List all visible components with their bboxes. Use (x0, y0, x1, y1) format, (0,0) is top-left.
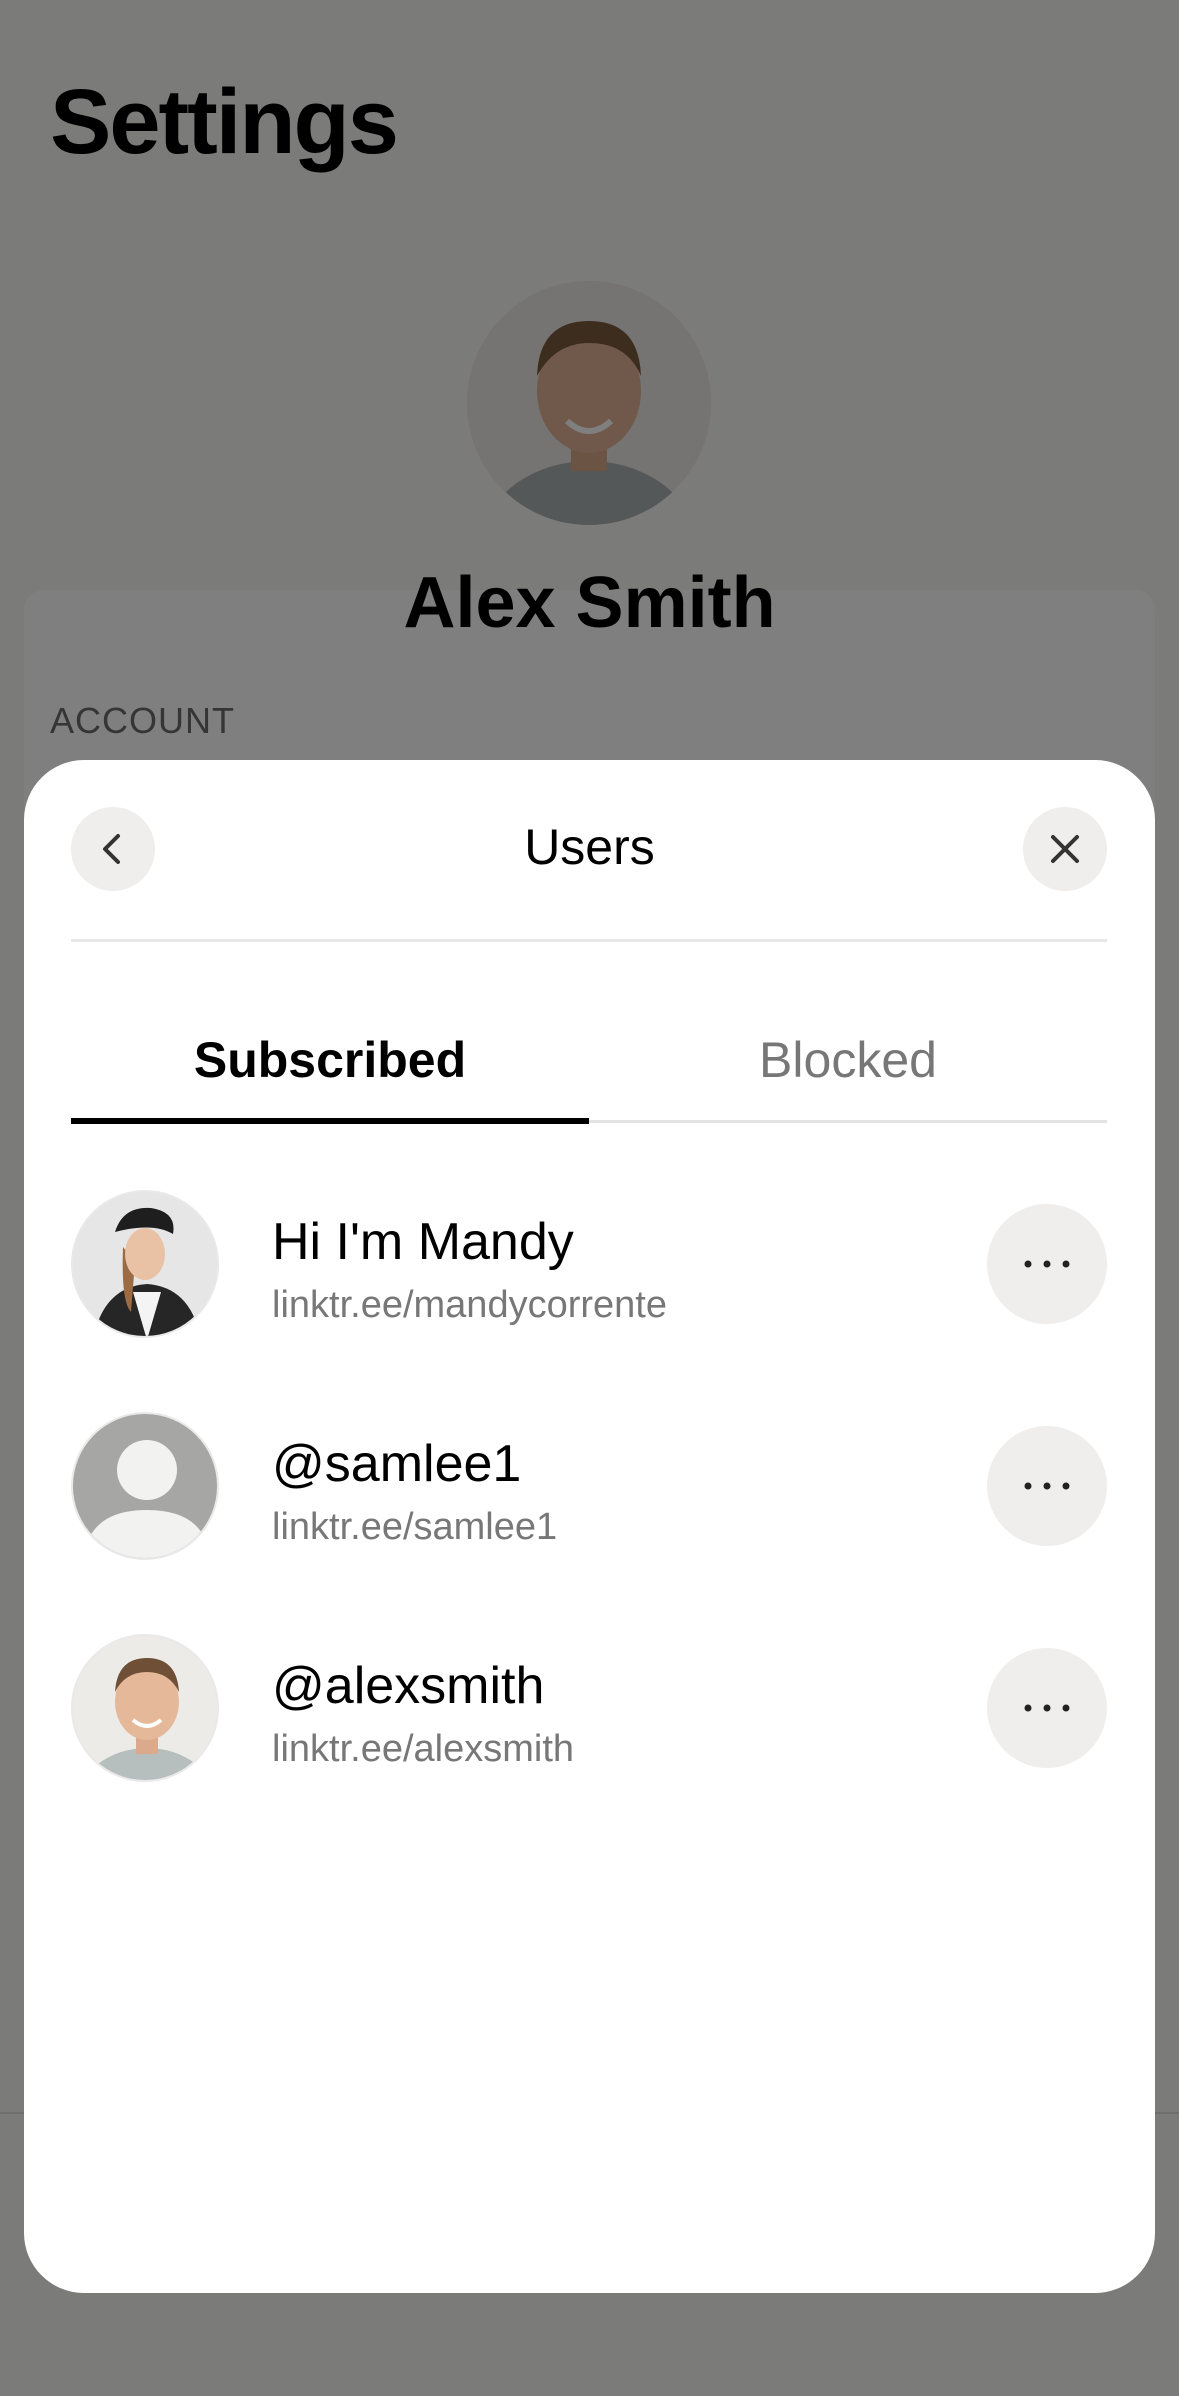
active-tab-indicator (71, 1118, 589, 1124)
user-list: Hi I'm Mandy linktr.ee/mandycorrente @sa… (71, 1190, 1107, 1856)
tab-subscribed[interactable]: Subscribed (71, 1000, 589, 1120)
more-horizontal-icon (1024, 1260, 1070, 1268)
avatar (71, 1634, 219, 1782)
avatar (71, 1190, 219, 1338)
user-link[interactable]: linktr.ee/samlee1 (272, 1506, 557, 1549)
header-divider (71, 939, 1107, 942)
list-item[interactable]: @alexsmith linktr.ee/alexsmith (71, 1634, 1107, 1856)
sheet-title: Users (524, 819, 655, 875)
tab-bar: Subscribed Blocked (71, 1000, 1107, 1126)
list-item[interactable]: @samlee1 linktr.ee/samlee1 (71, 1412, 1107, 1634)
more-options-button[interactable] (987, 1648, 1107, 1768)
more-horizontal-icon (1024, 1704, 1070, 1712)
tab-blocked[interactable]: Blocked (589, 1000, 1107, 1120)
placeholder-person-icon (73, 1414, 217, 1558)
user-name: @alexsmith (272, 1657, 545, 1715)
users-sheet: Users Subscribed Blocked Hi I'm Mandy li… (24, 760, 1155, 2293)
user-name: Hi I'm Mandy (272, 1213, 574, 1271)
more-options-button[interactable] (987, 1426, 1107, 1546)
close-button[interactable] (1023, 807, 1107, 891)
sheet-header: Users (24, 760, 1155, 942)
user-name: @samlee1 (272, 1435, 522, 1493)
close-icon (1051, 835, 1079, 863)
avatar (71, 1412, 219, 1560)
user-link[interactable]: linktr.ee/mandycorrente (272, 1284, 667, 1327)
user-link[interactable]: linktr.ee/alexsmith (272, 1728, 574, 1771)
more-horizontal-icon (1024, 1482, 1070, 1490)
list-item[interactable]: Hi I'm Mandy linktr.ee/mandycorrente (71, 1190, 1107, 1412)
more-options-button[interactable] (987, 1204, 1107, 1324)
